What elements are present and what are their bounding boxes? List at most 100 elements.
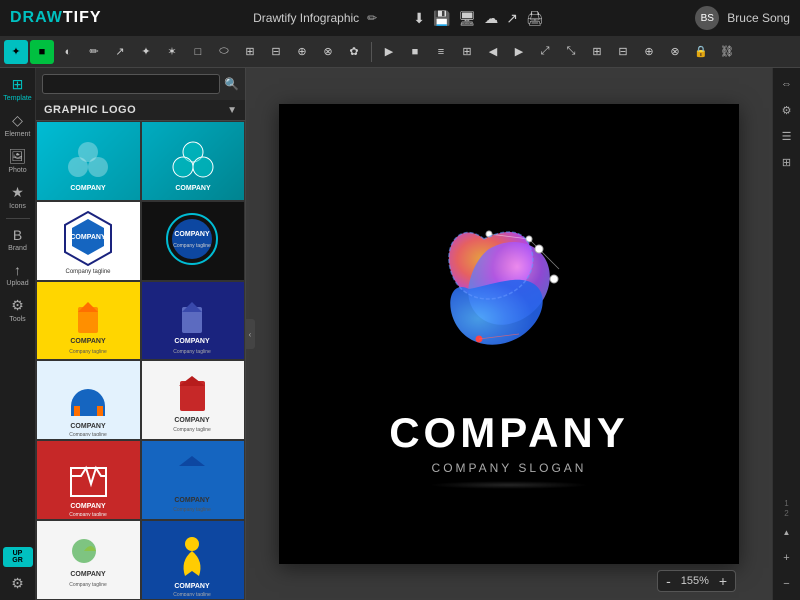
flower-graphic-1: COMPANY xyxy=(58,132,118,192)
template-item-5[interactable]: COMPANY Company tagline graphic-logo-blu… xyxy=(36,281,141,361)
sidebar-item-template[interactable]: ⊞ Template xyxy=(2,72,34,106)
share-icon[interactable]: ↗ xyxy=(506,10,518,27)
lock-btn[interactable]: 🔒 xyxy=(689,40,713,64)
blue-graphic: COMPANY Company tagline xyxy=(160,446,225,516)
shape-btn[interactable]: ✶ xyxy=(160,40,184,64)
search-icon[interactable]: 🔍 xyxy=(224,77,239,91)
thumb-6: COMPANY Company tagline xyxy=(142,282,245,361)
template-item-12[interactable]: COMPANY Company tagline graphic-logo-blu… xyxy=(141,520,246,600)
template-item-2[interactable]: COMPANY graphic-logo-Flower-bl... 500*50… xyxy=(141,121,246,201)
sidebar-item-tools[interactable]: ⚙ Tools xyxy=(2,293,34,327)
save-icon[interactable]: 💾 xyxy=(433,10,450,27)
svg-text:Company tagline: Company tagline xyxy=(69,512,107,516)
book-graphic-1: COMPANY Company tagline xyxy=(56,287,121,357)
compress-btn[interactable]: ⤡ xyxy=(559,40,583,64)
expand-btn[interactable]: ⤢ xyxy=(533,40,557,64)
panel-collapse-btn[interactable]: ‹ xyxy=(245,319,255,349)
template-item-7[interactable]: COMPANY Company tagline graphic-logo-blu… xyxy=(36,360,141,440)
print-icon[interactable]: 🖨 xyxy=(526,10,544,27)
preview-icon[interactable]: 🖥 xyxy=(458,10,476,27)
select-tool-btn[interactable]: ✦ xyxy=(4,40,28,64)
sidebar-item-icons[interactable]: ★ Icons xyxy=(2,180,34,214)
canvas[interactable]: COMPANY COMPANY SLOGAN xyxy=(279,104,739,564)
svg-text:COMPANY: COMPANY xyxy=(70,423,106,430)
rect-btn[interactable]: □ xyxy=(186,40,210,64)
icons-icon: ★ xyxy=(11,184,24,201)
zoom-minus-btn[interactable]: - xyxy=(664,573,673,589)
next-btn[interactable]: ▶ xyxy=(507,40,531,64)
icon-bar: ⊞ Template ◇ Element 🖼 Photo ★ Icons B B… xyxy=(0,68,36,600)
thumb-13: COMPANY Company tagline xyxy=(37,521,140,600)
book-graphic-2: COMPANY Company tagline xyxy=(160,287,225,357)
distribute-btn[interactable]: ⊞ xyxy=(455,40,479,64)
sidebar-item-photo[interactable]: 🖼 Photo xyxy=(2,144,34,178)
right-layer-btn[interactable]: ☰ xyxy=(775,124,799,148)
svg-text:COMPANY: COMPANY xyxy=(70,234,106,241)
prev-btn[interactable]: ◀ xyxy=(481,40,505,64)
svg-text:Company tagline: Company tagline xyxy=(65,269,111,275)
right-add-btn[interactable]: + xyxy=(775,546,799,570)
download-icon[interactable]: ⬇ xyxy=(413,10,425,27)
draw-btn[interactable]: ■ xyxy=(30,40,54,64)
template-item-3[interactable]: COMPANY Company tagline graphic-logo-Flo… xyxy=(36,201,141,281)
right-bar: ⇔ ⚙ ☰ ⊞ 1 2 ▲ + − xyxy=(772,68,800,600)
edit-icon[interactable]: ✏ xyxy=(367,11,377,25)
cloud-icon[interactable]: ☁ xyxy=(484,10,498,27)
ungroup-btn[interactable]: ⊟ xyxy=(611,40,635,64)
stop-btn[interactable]: ■ xyxy=(403,40,427,64)
minus-btn[interactable]: ⊗ xyxy=(663,40,687,64)
settings-icon: ⚙ xyxy=(11,575,24,592)
svg-text:COMPANY: COMPANY xyxy=(175,417,211,424)
grid-btn[interactable]: ⊞ xyxy=(238,40,262,64)
add-btn[interactable]: ⊕ xyxy=(637,40,661,64)
sidebar-item-brand[interactable]: B Brand xyxy=(2,223,34,256)
star-btn[interactable]: ✦ xyxy=(134,40,158,64)
figure-graphic: COMPANY Company tagline xyxy=(160,526,225,596)
filter-btn[interactable]: ✿ xyxy=(342,40,366,64)
template-item-9[interactable]: COMPANY Company tagline graphic-logo-red… xyxy=(36,440,141,520)
svg-text:Company tagline: Company tagline xyxy=(69,432,107,436)
link-btn[interactable]: ⛓ xyxy=(715,40,739,64)
right-grid-btn[interactable]: ⊞ xyxy=(775,150,799,174)
settings-btn[interactable]: ⚙ xyxy=(2,571,34,596)
table-btn[interactable]: ⊟ xyxy=(264,40,288,64)
template-item-1[interactable]: COMPANY graphic-logo-Flower-t... 500*500… xyxy=(36,121,141,201)
video-btn[interactable]: ▶ xyxy=(377,40,401,64)
company-name: COMPANY xyxy=(389,409,629,457)
brand-icon: B xyxy=(13,227,22,243)
right-expand-btn[interactable]: ⇔ xyxy=(775,72,799,96)
pen-btn[interactable]: ✏ xyxy=(82,40,106,64)
template-item-6[interactable]: COMPANY Company tagline graphic-logo-blu… xyxy=(141,281,246,361)
sidebar-item-element[interactable]: ◇ Element xyxy=(2,108,34,142)
project-title: Drawtify Infographic xyxy=(253,11,359,25)
align-btn[interactable]: ≡ xyxy=(429,40,453,64)
right-settings-btn[interactable]: ⚙ xyxy=(775,98,799,122)
upgrade-btn[interactable]: UPGR xyxy=(3,547,33,567)
icon-bar-sep1 xyxy=(6,218,30,219)
group-btn[interactable]: ⊞ xyxy=(585,40,609,64)
template-item-10[interactable]: COMPANY Company tagline graphic-logo-blu… xyxy=(141,440,246,520)
slogan: COMPANY SLOGAN xyxy=(432,461,587,475)
panel-header: GRAPHIC LOGO ▼ xyxy=(36,100,245,121)
panel-dropdown-icon[interactable]: ▼ xyxy=(227,105,237,116)
right-minus-btn[interactable]: − xyxy=(775,572,799,596)
svg-text:COMPANY: COMPANY xyxy=(175,497,211,504)
crop-btn[interactable]: ◐ xyxy=(56,40,80,64)
svg-text:COMPANY: COMPANY xyxy=(70,571,106,578)
template-item-11[interactable]: COMPANY Company tagline graphic-logo-...… xyxy=(36,520,141,600)
top-bar: DRAWTIFY Drawtify Infographic ✏ ⬇ 💾 🖥 ☁ … xyxy=(0,0,800,36)
avatar[interactable]: BS xyxy=(695,6,719,30)
media-btn[interactable]: ⊗ xyxy=(316,40,340,64)
app-logo: DRAWTIFY xyxy=(10,9,102,27)
thumb-4: COMPANY Company tagline xyxy=(142,202,245,281)
arrow-btn[interactable]: ↗ xyxy=(108,40,132,64)
zoom-plus-btn[interactable]: + xyxy=(717,573,729,589)
search-input[interactable] xyxy=(42,74,220,94)
template-item-4[interactable]: COMPANY Company tagline graphic-logo-Flo… xyxy=(141,201,246,281)
chart-btn[interactable]: ⊕ xyxy=(290,40,314,64)
svg-text:Company tagline: Company tagline xyxy=(173,507,211,513)
template-item-8[interactable]: COMPANY Company tagline graphic-logo-blu… xyxy=(141,360,246,440)
sidebar-item-upload[interactable]: ↑ Upload xyxy=(2,258,34,291)
right-up-btn[interactable]: ▲ xyxy=(775,520,799,544)
ellipse-btn[interactable]: ⬭ xyxy=(212,40,236,64)
